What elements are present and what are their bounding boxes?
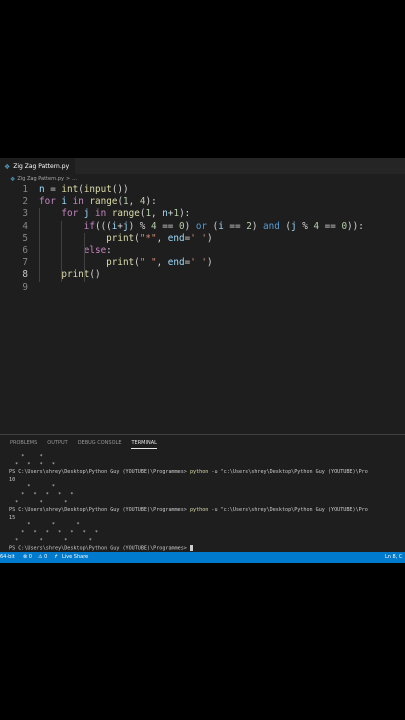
warning-count[interactable]: ⚠ 0 (38, 552, 47, 563)
editor-tab[interactable]: ❖ Zig Zag Pattern.py (0, 158, 76, 175)
bottom-panel: PROBLEMS OUTPUT DEBUG CONSOLE TERMINAL * * … (0, 434, 405, 553)
indent-guide (39, 208, 40, 282)
line-number: 8 (22, 269, 28, 281)
terminal-cursor (189, 545, 193, 552)
code-line[interactable]: 2 for i in range(1, 4): (0, 196, 405, 208)
line-number: 3 (22, 208, 28, 220)
code-line[interactable]: 3 for j in range(1, n+1): (0, 208, 405, 220)
breadcrumb-symbol[interactable]: ... (72, 175, 77, 184)
cursor-position[interactable]: Ln 8, C (385, 552, 402, 563)
liveshare-icon: ↱ (54, 554, 59, 560)
terminal[interactable]: * * * * * * PS C:\Users\shrey\Desktop\Pyt… (9, 454, 405, 553)
terminal-line: * * * * * * * (9, 529, 98, 536)
terminal-line: 10 (9, 476, 16, 483)
line-number: 5 (22, 232, 28, 244)
python-file-icon: ❖ (4, 163, 11, 171)
tab-filename: Zig Zag Pattern.py (13, 163, 70, 170)
code-text: print("*", end=' ') (106, 232, 213, 244)
line-number: 7 (22, 257, 28, 269)
tab-debug-console[interactable]: DEBUG CONSOLE (78, 438, 122, 448)
code-editor[interactable]: 1n = int(input()) 2 for i in range(1, 4): 3… (0, 184, 405, 424)
line-number: 9 (22, 281, 28, 293)
python-file-icon: ❖ (10, 176, 16, 183)
terminal-line: * * (9, 484, 56, 491)
code-text: n = int(input()) (39, 184, 129, 195)
tab-problems[interactable]: PROBLEMS (10, 438, 37, 448)
code-text: for j in range(1, n+1): (61, 208, 191, 220)
tab-bar: ❖ Zig Zag Pattern.py (0, 158, 405, 175)
terminal-line: * * * (9, 522, 80, 529)
terminal-line: * * * * * (9, 491, 74, 498)
code-text: print(" ", end=' ') (106, 257, 213, 269)
code-text: for i in range(1, 4): (39, 196, 157, 208)
terminal-line: PS C:\Users\shrey\Desktop\Python Guy (YO… (9, 469, 368, 476)
tab-terminal[interactable]: TERMINAL (131, 438, 157, 449)
code-line[interactable]: 1 n = int(input()) (0, 184, 405, 196)
breadcrumb-file[interactable]: Zig Zag Pattern.py (17, 175, 64, 184)
indent-guide (61, 220, 63, 282)
line-number: 2 (22, 196, 28, 208)
status-bar: 64-bit ⊗ 0 ⚠ 0 ↱ Live Share Ln 8, C (0, 552, 405, 563)
terminal-line: * * (9, 454, 43, 460)
terminal-line: * * * * (9, 537, 92, 544)
indent-guide (83, 257, 85, 282)
terminal-line: * * * * (9, 461, 56, 468)
terminal-line: * * * (9, 499, 68, 506)
line-number: 6 (22, 245, 28, 256)
breadcrumb-separator: > (65, 176, 71, 182)
error-count[interactable]: ⊗ 0 (23, 552, 32, 563)
line-number: 4 (22, 220, 28, 232)
line-number: 1 (22, 184, 28, 195)
python-interpreter[interactable]: 64-bit (0, 552, 15, 563)
terminal-line: 15 (9, 514, 16, 521)
tab-output[interactable]: OUTPUT (47, 438, 67, 448)
code-line[interactable]: 9 (0, 282, 405, 294)
code-text: if(((i+j) % 4 == 0) or (i == 2) and (j %… (83, 220, 364, 232)
panel-tabs: PROBLEMS OUTPUT DEBUG CONSOLE TERMINAL (10, 438, 157, 449)
liveshare-button[interactable]: Live Share (62, 552, 88, 563)
code-text: else: (83, 245, 112, 256)
code-text: print() (61, 269, 101, 281)
breadcrumb: ❖ Zig Zag Pattern.py > ... (10, 175, 77, 184)
vscode-window: ❖ Zig Zag Pattern.py ❖ Zig Zag Pattern.p… (0, 158, 405, 563)
terminal-line: PS C:\Users\shrey\Desktop\Python Guy (YO… (9, 507, 368, 514)
indent-guide (83, 232, 85, 258)
